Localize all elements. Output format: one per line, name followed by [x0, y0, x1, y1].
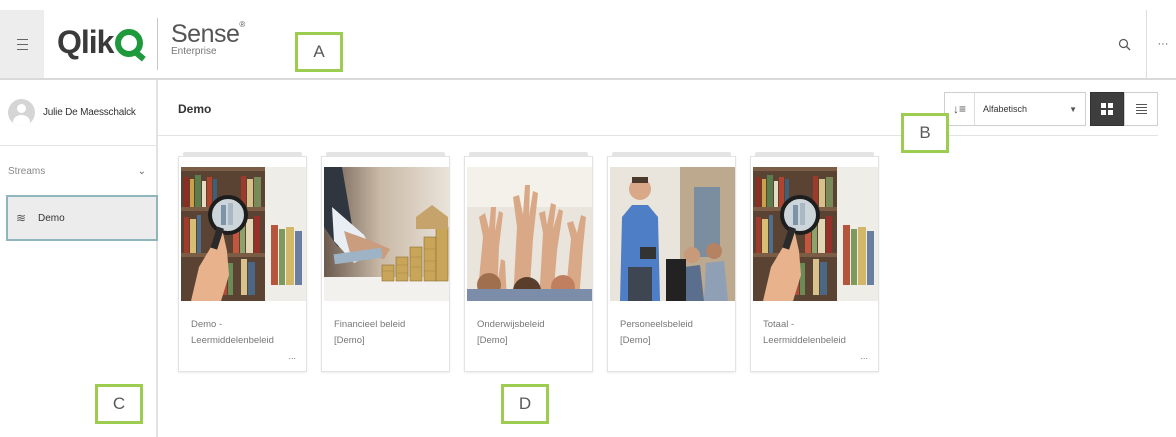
app-thumbnail — [181, 167, 306, 301]
product-name: Sense — [171, 20, 240, 48]
app-subtitle: [Demo] — [334, 335, 365, 346]
more-options-button[interactable]: ··· — [1150, 10, 1176, 78]
bookshelf-magnifier-image — [753, 167, 878, 301]
main-content: Demo ↓≡ Alfabetisch ▼ Demo - Leermiddele… — [158, 80, 1176, 437]
stream-item-demo[interactable]: ≋ Demo — [6, 195, 158, 241]
app-title-line: Totaal - — [763, 319, 795, 330]
stream-icon: ≋ — [16, 211, 27, 225]
bookshelf-magnifier-image — [181, 167, 306, 301]
search-icon — [1118, 38, 1130, 50]
logo-text: Qlik — [57, 24, 114, 60]
streams-toggle[interactable]: Streams ⌄ — [0, 146, 156, 196]
top-bar: Qlik Sense® Enterprise ··· — [0, 10, 1176, 80]
app-title: Totaal - Leermiddelenbeleid — [763, 317, 871, 349]
truncation-ellipsis: ... — [288, 351, 296, 361]
raised-hands-image — [467, 167, 592, 301]
search-button[interactable] — [1102, 10, 1146, 78]
list-view-button[interactable] — [1124, 92, 1158, 126]
grid-view-button[interactable] — [1090, 92, 1124, 126]
app-card[interactable]: Demo - Leermiddelenbeleid ... — [178, 152, 307, 372]
trademark-symbol: ® — [239, 20, 245, 29]
app-subtitle: Leermiddelenbeleid — [191, 335, 274, 346]
app-card[interactable]: Personeelsbeleid [Demo] — [607, 152, 736, 372]
app-title-line: Financieel beleid — [334, 319, 406, 330]
app-title: Onderwijsbeleid [Demo] — [477, 317, 585, 349]
app-thumbnail — [610, 167, 735, 301]
streams-label: Streams — [8, 165, 46, 177]
app-subtitle: [Demo] — [620, 335, 651, 346]
annotation-marker-d: D — [501, 384, 549, 424]
app-title-line: Personeelsbeleid — [620, 319, 693, 330]
app-card[interactable]: Financieel beleid [Demo] — [321, 152, 450, 372]
app-thumbnail — [467, 167, 592, 301]
user-name: Julie De Maesschalck — [43, 107, 136, 118]
annotation-marker-a: A — [295, 32, 343, 72]
avatar-icon — [8, 99, 35, 126]
app-card[interactable]: Totaal - Leermiddelenbeleid ... — [750, 152, 879, 372]
hamburger-menu-button[interactable] — [0, 10, 44, 78]
app-title-line: Demo - — [191, 319, 223, 330]
truncation-ellipsis: ... — [860, 351, 868, 361]
annotation-marker-c: C — [95, 384, 143, 424]
coins-calculator-image — [324, 167, 449, 301]
stream-item-label: Demo — [38, 212, 65, 224]
qlik-logo: Qlik — [57, 24, 144, 61]
stream-header: Demo ↓≡ Alfabetisch ▼ — [158, 80, 1158, 136]
app-card[interactable]: Onderwijsbeleid [Demo] — [464, 152, 593, 372]
app-subtitle: Leermiddelenbeleid — [763, 335, 846, 346]
app-title: Personeelsbeleid [Demo] — [620, 317, 728, 349]
sort-dropdown[interactable]: ↓≡ Alfabetisch ▼ — [944, 92, 1086, 126]
app-title: Financieel beleid [Demo] — [334, 317, 442, 349]
logo-divider — [157, 18, 158, 70]
caret-down-icon: ▼ — [1069, 104, 1077, 114]
app-title: Demo - Leermiddelenbeleid — [191, 317, 299, 349]
app-subtitle: [Demo] — [477, 335, 508, 346]
annotation-marker-b: B — [901, 113, 949, 153]
hamburger-icon — [16, 37, 28, 52]
list-icon — [1135, 102, 1147, 116]
chevron-down-icon: ⌄ — [137, 165, 146, 177]
toolbar-divider — [1146, 10, 1147, 78]
product-branding: Sense® Enterprise — [171, 20, 245, 57]
sort-icon: ↓≡ — [945, 93, 975, 125]
teacher-classroom-image — [610, 167, 735, 301]
qlik-q-logo-icon — [115, 28, 144, 57]
sort-value: Alfabetisch — [983, 104, 1028, 114]
app-title-line: Onderwijsbeleid — [477, 319, 545, 330]
grid-icon — [1101, 103, 1113, 115]
user-profile[interactable]: Julie De Maesschalck — [0, 80, 156, 146]
stream-title: Demo — [178, 102, 212, 116]
more-icon: ··· — [1157, 38, 1169, 50]
app-thumbnail — [324, 167, 449, 301]
app-thumbnail — [753, 167, 878, 301]
